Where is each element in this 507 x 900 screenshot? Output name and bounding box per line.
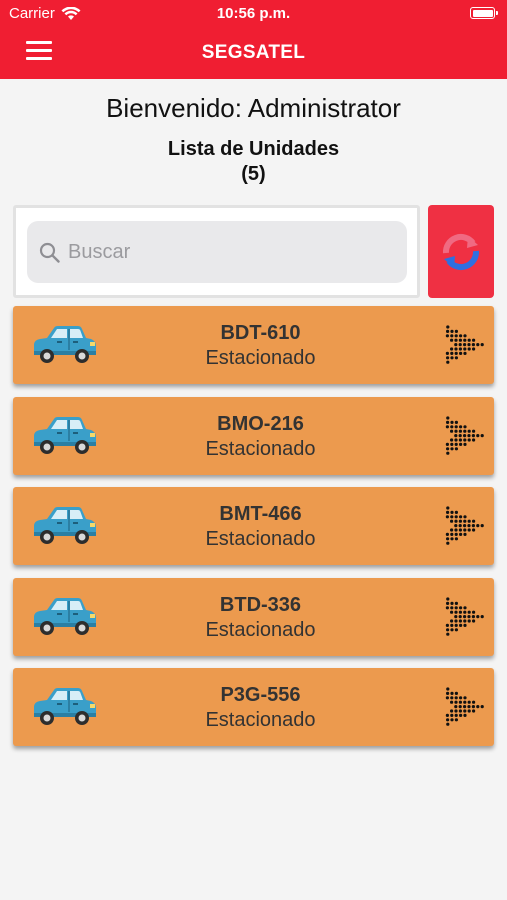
unit-list: BDT-610 Estacionado BMO-216 Estacionado <box>13 306 494 759</box>
status-bar: Carrier 10:56 p.m. <box>0 0 507 28</box>
welcome-message: Bienvenido: Administrator <box>106 93 401 123</box>
unit-card[interactable]: BDT-610 Estacionado <box>13 306 494 384</box>
battery-icon <box>470 7 498 19</box>
search-field[interactable] <box>27 221 407 283</box>
app-header: Carrier 10:56 p.m. SEGSATEL <box>0 0 507 79</box>
search-bar <box>13 205 420 298</box>
unit-plate: BMT-466 <box>219 503 302 525</box>
status-time: 10:56 p.m. <box>216 5 291 22</box>
unit-plate: BDT-610 <box>220 322 301 344</box>
search-input[interactable] <box>68 240 368 264</box>
refresh-button[interactable] <box>428 205 494 298</box>
app-title: SEGSATEL <box>201 42 306 63</box>
unit-card[interactable]: BMO-216 Estacionado <box>13 396 494 475</box>
dotted-arrow-icon <box>445 415 484 455</box>
unit-status: Estacionado <box>205 709 316 731</box>
dotted-arrow-icon <box>445 596 484 636</box>
unit-card[interactable]: BMT-466 Estacionado <box>13 487 494 565</box>
search-icon <box>39 242 60 263</box>
dotted-arrow-icon <box>445 325 484 364</box>
unit-card[interactable]: BTD-336 Estacionado <box>13 577 494 656</box>
dotted-arrow-icon <box>445 687 484 726</box>
list-title: Lista de Unidades <box>167 138 340 160</box>
unit-card[interactable]: P3G-556 Estacionado <box>13 668 494 746</box>
unit-status: Estacionado <box>205 437 316 460</box>
refresh-icon <box>442 233 480 270</box>
unit-status: Estacionado <box>205 528 316 550</box>
unit-status: Estacionado <box>205 618 316 641</box>
unit-status: Estacionado <box>205 347 316 369</box>
unit-plate: BMO-216 <box>217 412 304 435</box>
dotted-arrow-icon <box>445 506 484 545</box>
unit-plate: BTD-336 <box>219 593 302 616</box>
unit-plate: P3G-556 <box>220 684 301 706</box>
list-count: (5) <box>241 163 266 185</box>
